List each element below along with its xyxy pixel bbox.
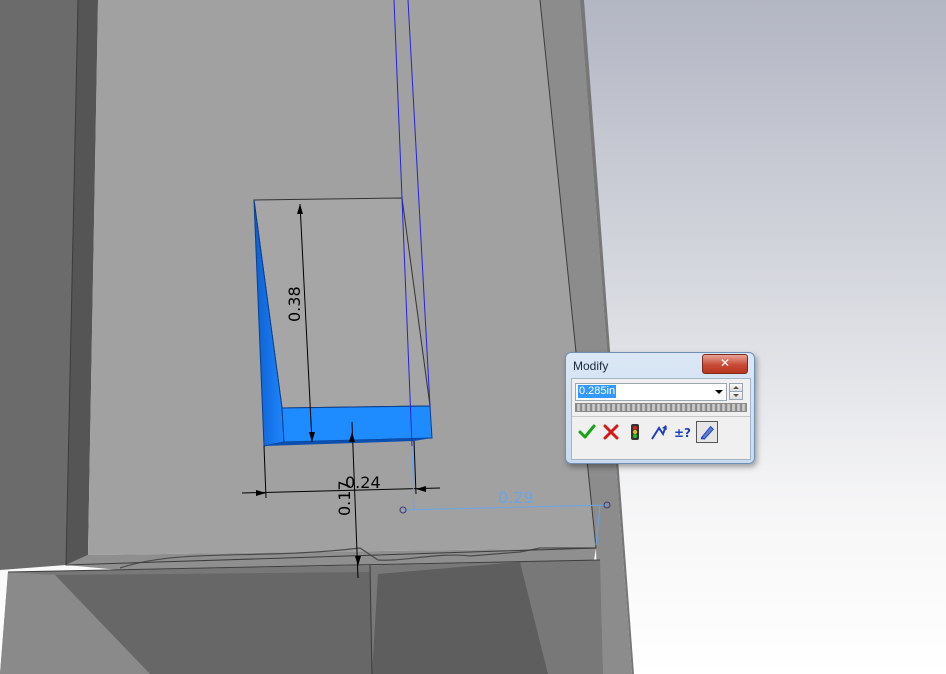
- part-base-rib-right: [372, 562, 548, 674]
- traffic-light-icon: [631, 424, 639, 440]
- check-icon: [578, 424, 596, 439]
- arrow-icon: [651, 425, 667, 440]
- value-input-text[interactable]: 0.285in: [578, 385, 617, 398]
- cancel-button[interactable]: [600, 421, 622, 443]
- divider: [572, 416, 750, 417]
- value-spinner[interactable]: [729, 383, 743, 400]
- dim-017-label[interactable]: 0.17: [335, 480, 354, 516]
- options-button[interactable]: [696, 421, 718, 443]
- reverse-sense-button[interactable]: [648, 421, 670, 443]
- dialog-title: Modify: [573, 359, 609, 373]
- modify-dialog[interactable]: Modify ✕ 0.285in ±?: [565, 352, 755, 464]
- x-icon: [603, 424, 619, 440]
- dialog-body: 0.285in ±?: [571, 378, 751, 460]
- thumbwheel-slider[interactable]: [575, 403, 747, 412]
- ok-button[interactable]: [576, 421, 598, 443]
- plus-minus-question-icon: ±?: [674, 426, 691, 440]
- model-view[interactable]: 0.38 0.24 0.17 0.29: [0, 0, 946, 674]
- value-input[interactable]: 0.285in: [575, 383, 727, 401]
- chevron-down-icon[interactable]: [715, 390, 723, 394]
- graphics-area[interactable]: 0.38 0.24 0.17 0.29 Modify ✕ 0.285in ±?: [0, 0, 946, 674]
- dim-029-label[interactable]: 0.29: [498, 488, 534, 507]
- spin-down-button[interactable]: [729, 391, 743, 400]
- close-icon: ✕: [719, 356, 731, 370]
- part-left-face: [0, 0, 78, 570]
- options-pen-icon: [700, 425, 714, 440]
- mark-for-drawing-button[interactable]: ±?: [672, 421, 694, 443]
- boss-front-face-selected: [281, 405, 433, 443]
- close-button[interactable]: ✕: [702, 354, 748, 374]
- rebuild-button[interactable]: [624, 421, 646, 443]
- dim-038-label[interactable]: 0.38: [285, 286, 304, 322]
- svg-text:±?: ±?: [674, 426, 691, 440]
